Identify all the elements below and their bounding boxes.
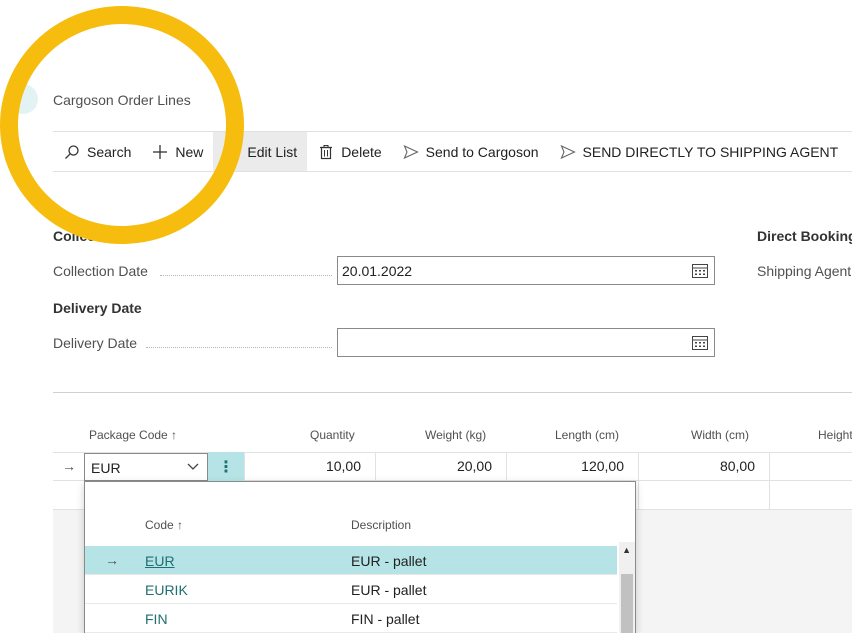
empty-cell[interactable] bbox=[769, 481, 852, 510]
collection-date-input[interactable]: 20.01.2022 bbox=[337, 256, 715, 285]
section-divider bbox=[53, 392, 852, 393]
lookup-header-description[interactable]: Description bbox=[351, 518, 411, 532]
lookup-code[interactable]: EURIK bbox=[145, 582, 188, 598]
lookup-row[interactable]: → EUR EUR - pallet bbox=[85, 546, 617, 575]
trash-icon bbox=[317, 143, 335, 161]
field-leader bbox=[146, 347, 332, 348]
search-button[interactable]: Search bbox=[53, 132, 141, 171]
chevron-down-icon[interactable] bbox=[187, 463, 199, 471]
column-header-package-code[interactable]: Package Code ↑ bbox=[89, 428, 177, 442]
scroll-up-icon[interactable]: ▲ bbox=[622, 545, 631, 555]
search-label: Search bbox=[87, 143, 132, 160]
length-cell[interactable]: 120,00 bbox=[506, 452, 638, 481]
lookup-description: EUR - pallet bbox=[351, 582, 427, 598]
package-code-combobox[interactable]: EUR bbox=[84, 453, 208, 481]
send-to-cargoson-label: Send to Cargoson bbox=[425, 143, 539, 160]
package-code-value: EUR bbox=[91, 460, 121, 476]
search-icon bbox=[63, 143, 81, 161]
lookup-description: EUR - pallet bbox=[351, 553, 427, 569]
column-header-quantity[interactable]: Quantity bbox=[310, 428, 355, 442]
back-button[interactable] bbox=[8, 84, 38, 114]
new-label: New bbox=[175, 143, 204, 160]
delivery-group-title: Delivery Date bbox=[53, 300, 142, 316]
action-toolbar: Search New Edit List Delete Send to Carg… bbox=[53, 131, 852, 172]
empty-cell[interactable] bbox=[638, 481, 769, 510]
highlight-circle-annotation bbox=[0, 6, 244, 244]
collection-group-title: Collection bbox=[53, 228, 121, 244]
column-header-height[interactable]: Height bbox=[818, 428, 852, 442]
column-header-weight[interactable]: Weight (kg) bbox=[425, 428, 486, 442]
lookup-row[interactable]: EURIK EUR - pallet bbox=[85, 575, 617, 604]
lookup-header-code[interactable]: Code ↑ bbox=[145, 518, 183, 532]
shipping-agent-label: Shipping Agent bbox=[757, 263, 852, 279]
lookup-scrollbar-thumb[interactable] bbox=[621, 574, 633, 633]
send-directly-button[interactable]: SEND DIRECTLY TO SHIPPING AGENT bbox=[549, 132, 849, 171]
delete-label: Delete bbox=[341, 143, 382, 160]
package-code-lookup: Code ↑ Description → EUR EUR - pallet EU… bbox=[84, 481, 636, 633]
delete-button[interactable]: Delete bbox=[307, 132, 391, 171]
lookup-code[interactable]: EUR bbox=[145, 553, 175, 569]
send-icon bbox=[402, 143, 420, 161]
column-header-width[interactable]: Width (cm) bbox=[691, 428, 749, 442]
current-row-arrow-icon: → bbox=[62, 458, 76, 474]
quantity-cell[interactable]: 10,00 bbox=[244, 452, 375, 481]
direct-booking-group-title: Direct Booking bbox=[757, 228, 852, 244]
row-actions-button[interactable]: ⋮ bbox=[208, 452, 244, 481]
send-to-cargoson-button[interactable]: Send to Cargoson bbox=[392, 132, 549, 171]
page-title: Cargoson Order Lines bbox=[53, 92, 191, 108]
delivery-date-input[interactable] bbox=[337, 328, 715, 357]
edit-list-icon bbox=[223, 143, 241, 161]
edit-list-button[interactable]: Edit List bbox=[213, 132, 308, 171]
field-leader bbox=[160, 275, 332, 276]
delivery-date-label: Delivery Date bbox=[53, 335, 138, 351]
lookup-row[interactable]: FIN FIN - pallet bbox=[85, 604, 617, 633]
edit-list-label: Edit List bbox=[247, 143, 298, 160]
collection-date-value: 20.01.2022 bbox=[342, 263, 413, 279]
calendar-icon[interactable] bbox=[692, 263, 708, 278]
calendar-icon[interactable] bbox=[692, 335, 708, 350]
send-directly-label: SEND DIRECTLY TO SHIPPING AGENT bbox=[582, 143, 839, 160]
height-cell[interactable] bbox=[769, 452, 852, 481]
new-button[interactable]: New bbox=[141, 132, 213, 171]
more-vertical-icon: ⋮ bbox=[218, 458, 234, 476]
lookup-description: FIN - pallet bbox=[351, 611, 420, 627]
send-icon bbox=[559, 143, 577, 161]
column-header-length[interactable]: Length (cm) bbox=[555, 428, 619, 442]
width-cell[interactable]: 80,00 bbox=[638, 452, 769, 481]
collection-date-label: Collection Date bbox=[53, 263, 148, 279]
weight-cell[interactable]: 20,00 bbox=[375, 452, 506, 481]
selected-row-arrow-icon: → bbox=[105, 552, 119, 568]
lookup-code[interactable]: FIN bbox=[145, 611, 168, 627]
plus-icon bbox=[151, 143, 169, 161]
